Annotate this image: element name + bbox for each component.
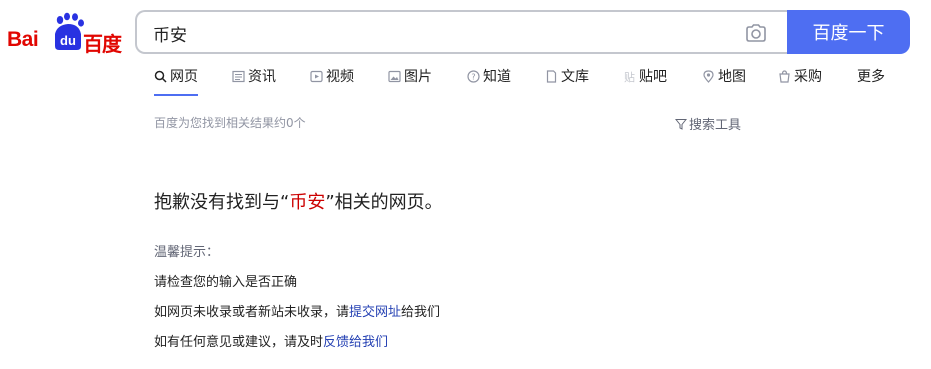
map-icon [703,70,714,83]
tab-wenku[interactable]: 文库 [545,66,589,96]
tab-image[interactable]: 图片 [388,66,432,96]
tip-check-input: 请检查您的输入是否正确 [154,275,298,290]
tab-label: 贴吧 [639,69,667,85]
no-result-message: 抱歉没有找到与“币安”相关的网页。 [154,188,443,214]
tab-label: 文库 [561,69,589,85]
tip-text: 如网页未收录或者新站未收录，请 [154,305,350,320]
svg-text:贴: 贴 [624,70,635,83]
search-tools-label: 搜索工具 [689,118,742,133]
filter-icon [675,118,687,130]
paw-logo-icon: du [55,12,84,50]
logo-text-du: du [60,33,76,48]
tab-label: 资讯 [248,69,276,85]
tieba-icon: 贴 [624,70,635,83]
news-icon [232,70,245,83]
no-result-prefix: 抱歉没有找到与“ [154,192,290,213]
tab-tieba[interactable]: 贴 贴吧 [623,66,667,96]
tab-web[interactable]: 网页 [154,66,198,96]
tip-text: 给我们 [401,305,441,320]
search-icon [154,70,167,83]
video-icon [310,70,323,83]
tab-purchase[interactable]: 采购 [778,66,822,96]
logo-text-bai: Bai [7,28,39,51]
doc-icon [546,70,557,83]
tips-title: 温馨提示： [154,245,220,260]
tab-label: 图片 [404,69,432,85]
tab-label: 采购 [794,69,822,85]
cart-icon [779,70,790,83]
logo-text-baidu: 百度 [83,32,122,56]
search-tools-button[interactable]: 搜索工具 [675,114,741,133]
no-result-suffix: ”相关的网页。 [325,192,443,213]
tab-label: 知道 [483,69,511,85]
tip-submit-url: 如网页未收录或者新站未收录，请提交网址给我们 [154,301,440,320]
tab-more[interactable]: 更多 [857,66,885,96]
feedback-link[interactable]: 反馈给我们 [323,335,388,350]
svg-text:?: ? [471,73,475,82]
camera-icon[interactable] [744,21,768,45]
tip-text: 如有任何意见或建议，请及时 [154,335,324,350]
tab-news[interactable]: 资讯 [232,66,276,96]
no-result-keyword: 币安 [289,192,326,213]
baidu-logo[interactable]: Bai du 百度 [7,12,122,56]
search-input-box[interactable] [135,10,789,54]
submit-url-link[interactable]: 提交网址 [349,305,401,320]
tab-label: 地图 [718,69,746,85]
tab-label: 视频 [326,69,354,85]
tab-label: 网页 [170,69,198,85]
result-count: 百度为您找到相关结果约0个 [154,116,306,130]
tip-feedback: 如有任何意见或建议，请及时反馈给我们 [154,331,388,350]
image-icon [388,70,401,83]
search-bar: 百度一下 [135,10,910,54]
tab-map[interactable]: 地图 [702,66,746,96]
tab-label: 更多 [857,69,885,85]
tab-zhidao[interactable]: ? 知道 [467,66,511,96]
search-input[interactable] [153,21,733,45]
question-icon: ? [467,70,480,83]
tab-video[interactable]: 视频 [310,66,354,96]
search-button[interactable]: 百度一下 [787,10,910,54]
